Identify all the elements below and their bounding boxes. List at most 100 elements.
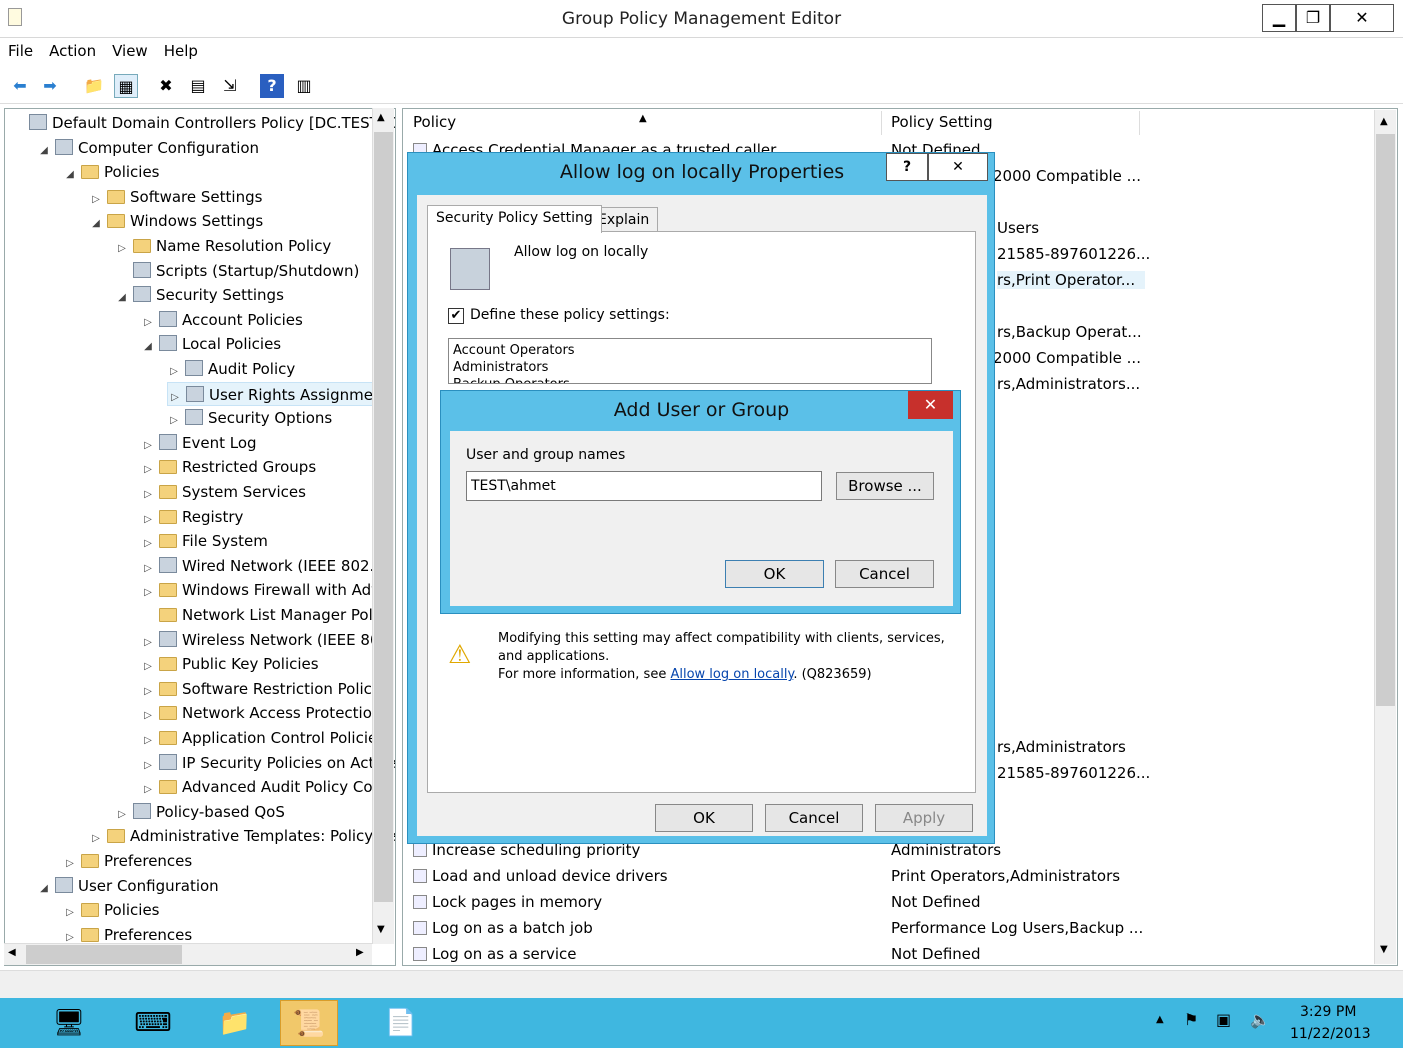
- list-row[interactable]: Lock pages in memory: [413, 893, 602, 911]
- show-hide-tree-icon[interactable]: ▦: [114, 74, 138, 98]
- action-pane-icon[interactable]: ▥: [292, 74, 316, 98]
- menu-action[interactable]: Action: [41, 38, 104, 64]
- tree-item[interactable]: ◢ Windows Settings: [89, 209, 263, 233]
- tree-item[interactable]: ▷ Application Control Policies: [141, 726, 385, 750]
- expand-toggle-icon[interactable]: ▷: [141, 311, 155, 335]
- expand-toggle-icon[interactable]: ▷: [89, 827, 103, 851]
- tree-item[interactable]: ▷ Security Options: [167, 406, 332, 430]
- tree-item[interactable]: ▷ Registry: [141, 505, 243, 529]
- accounts-listbox[interactable]: Account Operators Administrators Backup …: [448, 338, 932, 384]
- expand-toggle-icon[interactable]: ▷: [167, 360, 181, 384]
- action-center-icon[interactable]: ⚑: [1184, 1010, 1198, 1029]
- scroll-thumb[interactable]: [1376, 134, 1395, 706]
- list-item[interactable]: Account Operators: [453, 342, 927, 359]
- expand-toggle-icon[interactable]: ◢: [37, 877, 51, 901]
- properties-icon[interactable]: ▤: [186, 74, 210, 98]
- file-explorer-icon[interactable]: 📁: [206, 1000, 264, 1046]
- user-names-input[interactable]: [466, 471, 822, 501]
- expand-toggle-icon[interactable]: ◢: [89, 212, 103, 236]
- expand-toggle-icon[interactable]: ◢: [37, 139, 51, 163]
- tree-item[interactable]: ▷ Wired Network (IEEE 802.3) P: [141, 554, 395, 578]
- tree-item[interactable]: ◢ Computer Configuration: [37, 136, 259, 160]
- tree-item[interactable]: ▷ Software Settings: [89, 185, 262, 209]
- tree-item[interactable]: ▷ Policy-based QoS: [115, 800, 285, 824]
- up-folder-icon[interactable]: 📁: [82, 74, 106, 98]
- close-button[interactable]: ✕: [1330, 4, 1394, 32]
- server-manager-icon[interactable]: 🖥: [40, 1000, 98, 1046]
- tree-item[interactable]: Scripts (Startup/Shutdown): [115, 259, 359, 283]
- tree-item[interactable]: ▷ Event Log: [141, 431, 257, 455]
- add-user-close-button[interactable]: ✕: [908, 391, 953, 419]
- tree-vertical-scrollbar[interactable]: ▲ ▼: [372, 108, 394, 944]
- tree-item[interactable]: ▷ File System: [141, 529, 268, 553]
- tree-item[interactable]: ▷ Software Restriction Policies: [141, 677, 393, 701]
- tree-item[interactable]: ◢ Policies: [63, 160, 159, 184]
- tree-item[interactable]: ▷ Account Policies: [141, 308, 303, 332]
- scroll-up-icon[interactable]: ▲: [1380, 116, 1388, 127]
- list-row[interactable]: Log on as a batch job: [413, 919, 593, 937]
- scroll-thumb[interactable]: [374, 132, 393, 902]
- properties-ok-button[interactable]: OK: [655, 804, 753, 832]
- list-vertical-scrollbar[interactable]: ▲ ▼: [1374, 110, 1396, 964]
- tree-item[interactable]: ▷ Restricted Groups: [141, 455, 316, 479]
- expand-toggle-icon[interactable]: ▷: [115, 803, 129, 827]
- expand-toggle-icon[interactable]: ▷: [141, 508, 155, 532]
- tree-item[interactable]: ▷ User Rights Assignment: [167, 381, 390, 406]
- expand-toggle-icon[interactable]: ▷: [141, 458, 155, 482]
- help-button[interactable]: ?: [886, 153, 928, 181]
- tree-item[interactable]: ▷ Preferences: [63, 849, 192, 873]
- delete-icon[interactable]: ✖: [154, 74, 178, 98]
- clock-date[interactable]: 11/22/2013: [1290, 1026, 1371, 1042]
- allow-log-on-locally-link[interactable]: Allow log on locally: [670, 667, 793, 682]
- restore-button[interactable]: ❐: [1296, 4, 1330, 32]
- expand-toggle-icon[interactable]: ▷: [89, 188, 103, 212]
- list-row[interactable]: Load and unload device drivers: [413, 867, 668, 885]
- tree-item[interactable]: ▷ Audit Policy: [167, 357, 295, 381]
- add-user-ok-button[interactable]: OK: [725, 560, 824, 588]
- group-policy-task-icon[interactable]: 📄: [372, 1000, 430, 1046]
- list-row[interactable]: Log on as a service: [413, 945, 576, 963]
- expand-toggle-icon[interactable]: ▷: [141, 729, 155, 753]
- expand-toggle-icon[interactable]: ▷: [141, 434, 155, 458]
- clock-time[interactable]: 3:29 PM: [1300, 1004, 1356, 1020]
- menu-help[interactable]: Help: [156, 38, 206, 64]
- tree-item[interactable]: ▷ Wireless Network (IEEE 802.1: [141, 628, 395, 655]
- tree-item[interactable]: ▷ IP Security Policies on Active: [141, 751, 395, 778]
- expand-toggle-icon[interactable]: ▷: [141, 680, 155, 704]
- tree-item[interactable]: Network List Manager Polici: [141, 603, 389, 627]
- back-arrow-icon[interactable]: ⬅: [8, 74, 32, 98]
- expand-toggle-icon[interactable]: ▷: [167, 409, 181, 433]
- tree-item[interactable]: ▷ Advanced Audit Policy Conf: [141, 775, 387, 799]
- expand-toggle-icon[interactable]: ▷: [141, 631, 155, 655]
- expand-toggle-icon[interactable]: ▷: [141, 655, 155, 679]
- help-icon[interactable]: ?: [260, 74, 284, 98]
- browse-button[interactable]: Browse ...: [836, 472, 934, 500]
- column-header-policy[interactable]: Policy: [413, 113, 456, 131]
- expand-toggle-icon[interactable]: ◢: [141, 335, 155, 359]
- network-icon[interactable]: ▣: [1216, 1010, 1231, 1029]
- hscroll-thumb[interactable]: [26, 945, 182, 964]
- expand-toggle-icon[interactable]: ▷: [141, 778, 155, 802]
- export-list-icon[interactable]: ⇲: [218, 74, 242, 98]
- expand-toggle-icon[interactable]: ▷: [141, 581, 155, 605]
- properties-cancel-button[interactable]: Cancel: [765, 804, 863, 832]
- scroll-down-icon[interactable]: ▼: [1380, 944, 1388, 955]
- expand-toggle-icon[interactable]: ◢: [63, 163, 77, 187]
- tree-item[interactable]: Default Domain Controllers Policy [DC.TE…: [11, 111, 395, 135]
- show-hidden-icons[interactable]: ▲: [1156, 1014, 1164, 1025]
- tree-item[interactable]: ◢ User Configuration: [37, 874, 219, 898]
- expand-toggle-icon[interactable]: ▷: [63, 852, 77, 876]
- group-policy-editor-task-icon[interactable]: 📜: [280, 1000, 338, 1046]
- tree-item[interactable]: ▷ Administrative Templates: Policy de: [89, 824, 395, 851]
- tree-item[interactable]: ▷ System Services: [141, 480, 306, 504]
- tree-item[interactable]: ◢ Security Settings: [115, 283, 284, 307]
- tree-item[interactable]: ▷ Name Resolution Policy: [115, 234, 331, 258]
- tree-item[interactable]: ◢ Local Policies: [141, 332, 281, 356]
- tab-security-policy-setting[interactable]: Security Policy Setting: [427, 205, 602, 233]
- scroll-left-icon[interactable]: ◀: [8, 947, 16, 958]
- scroll-down-icon[interactable]: ▼: [377, 924, 385, 935]
- expand-toggle-icon[interactable]: ▷: [141, 754, 155, 778]
- tree-item[interactable]: ▷ Windows Firewall with Advai: [141, 578, 393, 602]
- add-user-cancel-button[interactable]: Cancel: [835, 560, 934, 588]
- tree-horizontal-scrollbar[interactable]: ◀ ▶: [4, 943, 372, 965]
